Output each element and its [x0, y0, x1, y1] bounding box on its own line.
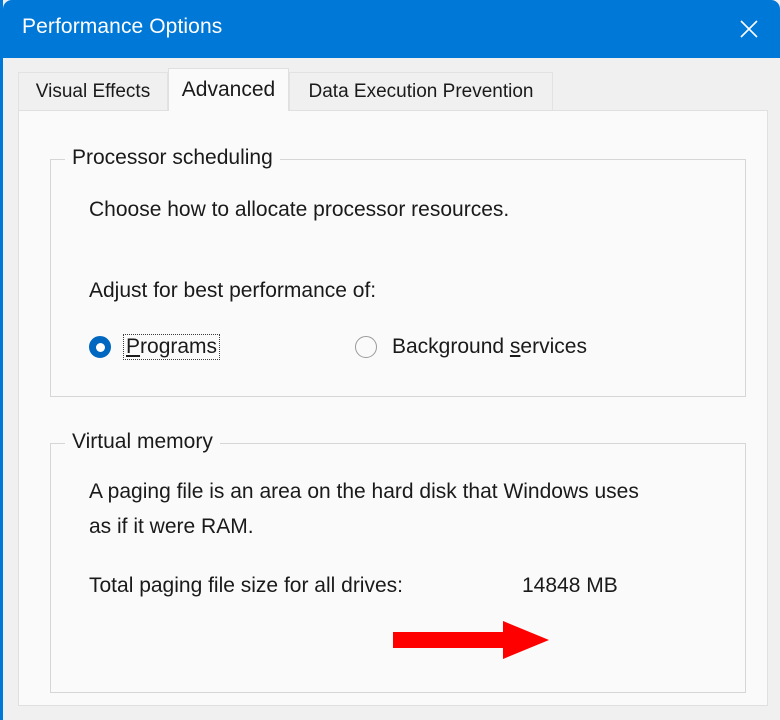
tab-label: Data Execution Prevention: [308, 80, 534, 102]
total-paging-file-size-value: 14848 MB: [522, 574, 618, 597]
total-paging-file-size-label: Total paging file size for all drives:: [89, 574, 403, 597]
tab-strip: Visual Effects Advanced Data Execution P…: [3, 58, 780, 111]
label-before: Background: [392, 335, 510, 358]
label-rest: rograms: [140, 335, 218, 358]
tab-visual-effects[interactable]: Visual Effects: [18, 72, 168, 110]
virtual-memory-group: Virtual memory A paging file is an area …: [50, 430, 746, 693]
tab-advanced[interactable]: Advanced: [168, 68, 289, 111]
title-bar: Performance Options: [3, 0, 780, 58]
tab-panel-advanced: Processor scheduling Choose how to alloc…: [18, 110, 768, 706]
radio-programs-indicator: [89, 336, 111, 358]
performance-options-window: Performance Options Visual Effects Advan…: [0, 0, 780, 720]
radio-background-services-label: Background services: [389, 334, 590, 360]
radio-background-services-indicator: [355, 336, 377, 358]
virtual-memory-description-line2: as if it were RAM.: [89, 515, 254, 538]
processor-scheduling-legend: Processor scheduling: [65, 146, 280, 170]
close-x-icon: [740, 20, 758, 38]
window-title: Performance Options: [22, 15, 223, 38]
processor-scheduling-prompt: Adjust for best performance of:: [89, 279, 377, 302]
virtual-memory-description-line1: A paging file is an area on the hard dis…: [89, 480, 639, 503]
virtual-memory-legend: Virtual memory: [65, 430, 220, 454]
accelerator-char: s: [509, 335, 521, 358]
radio-programs-label: Programs: [123, 334, 221, 360]
radio-background-services[interactable]: Background services: [355, 334, 590, 360]
tab-label: Advanced: [181, 78, 276, 101]
processor-scheduling-group: Processor scheduling Choose how to alloc…: [50, 146, 746, 397]
radio-programs[interactable]: Programs: [89, 334, 221, 360]
accelerator-char: P: [126, 335, 141, 358]
label-rest: ervices: [520, 335, 587, 358]
tab-label: Visual Effects: [35, 80, 151, 102]
processor-scheduling-description: Choose how to allocate processor resourc…: [89, 198, 510, 221]
tab-data-execution-prevention[interactable]: Data Execution Prevention: [289, 72, 553, 110]
close-button[interactable]: [718, 0, 780, 58]
